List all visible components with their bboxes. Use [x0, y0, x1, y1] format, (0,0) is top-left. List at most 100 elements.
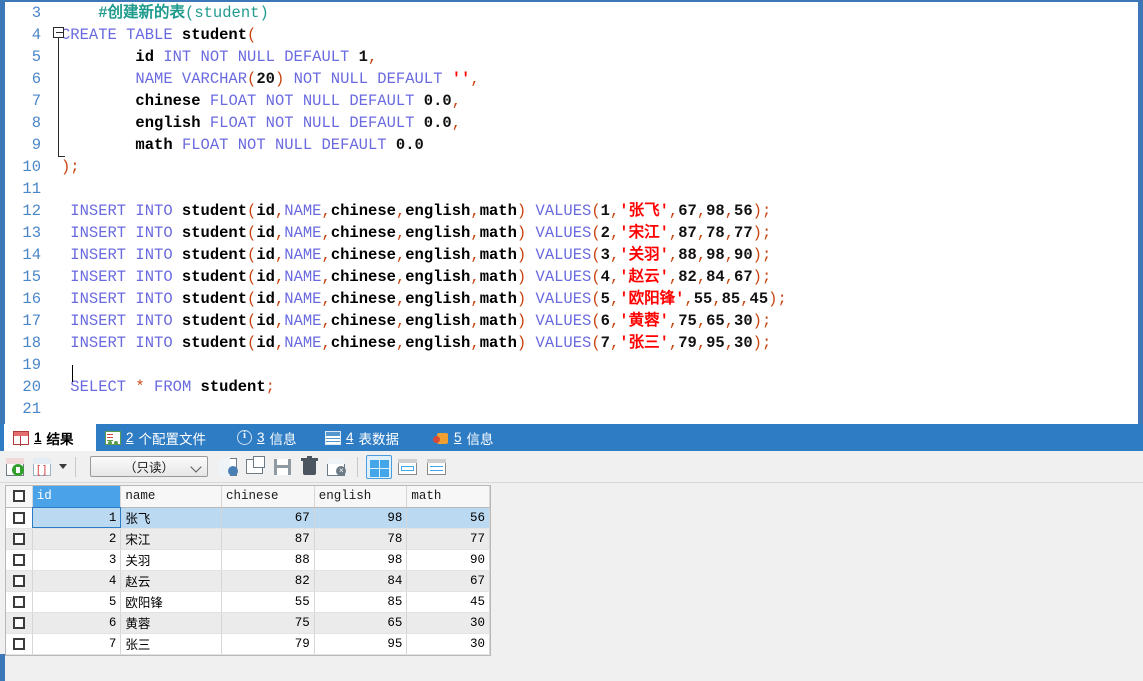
row-select-cell[interactable]: [6, 633, 33, 655]
code-line[interactable]: 20 SELECT * FROM student;: [5, 376, 1138, 398]
cell-id[interactable]: 3: [32, 549, 122, 571]
code-line[interactable]: 3 #创建新的表(student): [5, 2, 1138, 24]
cancel-button[interactable]: ×: [325, 455, 349, 479]
code-line[interactable]: 21: [5, 398, 1138, 420]
code-line[interactable]: 9 math FLOAT NOT NULL DEFAULT 0.0: [5, 134, 1138, 156]
column-header-name[interactable]: name: [120, 486, 223, 508]
cell-id[interactable]: 7: [32, 633, 122, 655]
filter-select[interactable]: （只读）: [90, 456, 208, 477]
code-line[interactable]: 6 NAME VARCHAR(20) NOT NULL DEFAULT '',: [5, 68, 1138, 90]
save-button[interactable]: [271, 455, 295, 479]
cell-id[interactable]: 4: [32, 570, 122, 592]
code-line[interactable]: 5 id INT NOT NULL DEFAULT 1,: [5, 46, 1138, 68]
cell-name[interactable]: 张飞: [120, 507, 223, 529]
cell-chinese[interactable]: 87: [221, 528, 315, 550]
new-record-button[interactable]: [4, 455, 28, 479]
column-header-id[interactable]: id: [32, 486, 122, 508]
refresh-button[interactable]: [244, 455, 268, 479]
column-header-english[interactable]: english: [314, 486, 408, 508]
code-line[interactable]: 13 INSERT INTO student(id,NAME,chinese,e…: [5, 222, 1138, 244]
cell-chinese[interactable]: 88: [221, 549, 315, 571]
tab-2[interactable]: 2 个配置文件: [96, 424, 220, 451]
code-fold-collapse-icon[interactable]: [53, 27, 64, 38]
code-line[interactable]: 14 INSERT INTO student(id,NAME,chinese,e…: [5, 244, 1138, 266]
code-line[interactable]: 4 CREATE TABLE student(: [5, 24, 1138, 46]
cell-math[interactable]: 67: [406, 570, 490, 592]
delete-record-button[interactable]: [ ]: [31, 455, 55, 479]
column-header-chinese[interactable]: chinese: [221, 486, 315, 508]
cell-chinese[interactable]: 67: [221, 507, 315, 529]
table-row[interactable]: 7 张三 79 95 30: [6, 633, 490, 655]
cell-english[interactable]: 78: [314, 528, 408, 550]
cell-math[interactable]: 30: [406, 612, 490, 634]
checkbox-icon[interactable]: [12, 595, 25, 608]
code-line[interactable]: 7 chinese FLOAT NOT NULL DEFAULT 0.0,: [5, 90, 1138, 112]
cell-chinese[interactable]: 79: [221, 633, 315, 655]
apply-changes-button[interactable]: [217, 455, 241, 479]
checkbox-icon[interactable]: [12, 490, 25, 503]
code-line[interactable]: 10);: [5, 156, 1138, 178]
table-row[interactable]: 4 赵云 82 84 67: [6, 570, 490, 592]
cell-english[interactable]: 98: [314, 507, 408, 529]
view-note-button[interactable]: [424, 455, 450, 479]
cell-math[interactable]: 77: [406, 528, 490, 550]
cell-english[interactable]: 65: [314, 612, 408, 634]
table-row[interactable]: 2 宋江 87 78 77: [6, 528, 490, 550]
code-line[interactable]: 19: [5, 354, 1138, 376]
cell-math[interactable]: 90: [406, 549, 490, 571]
cell-math[interactable]: 45: [406, 591, 490, 613]
cell-name[interactable]: 赵云: [120, 570, 223, 592]
tab-4[interactable]: 4 表数据: [316, 424, 416, 451]
cell-name[interactable]: 宋江: [120, 528, 223, 550]
row-select-cell[interactable]: [6, 612, 33, 634]
result-data-grid[interactable]: id name chinese english math 1 张飞 67 98 56 2 宋江 87 7…: [5, 485, 491, 656]
grid-toolbar[interactable]: [ ] （只读） ×: [0, 451, 1143, 483]
table-row[interactable]: 3 关羽 88 98 90: [6, 549, 490, 571]
table-row[interactable]: 6 黄蓉 75 65 30: [6, 612, 490, 634]
cell-id[interactable]: 6: [32, 612, 122, 634]
table-row[interactable]: 5 欧阳锋 55 85 45: [6, 591, 490, 613]
tab-1[interactable]: 1 结果: [4, 424, 96, 451]
code-line[interactable]: 8 english FLOAT NOT NULL DEFAULT 0.0,: [5, 112, 1138, 134]
view-grid-button[interactable]: [366, 454, 392, 479]
cell-math[interactable]: 30: [406, 633, 490, 655]
checkbox-icon[interactable]: [12, 616, 25, 629]
row-select-cell[interactable]: [6, 507, 33, 529]
column-header-math[interactable]: math: [406, 486, 490, 508]
cell-english[interactable]: 85: [314, 591, 408, 613]
code-line[interactable]: 18 INSERT INTO student(id,NAME,chinese,e…: [5, 332, 1138, 354]
checkbox-icon[interactable]: [12, 511, 25, 524]
tab-5[interactable]: 5 信息: [424, 424, 508, 451]
code-line[interactable]: 16 INSERT INTO student(id,NAME,chinese,e…: [5, 288, 1138, 310]
chevron-down-icon[interactable]: [59, 464, 67, 469]
cell-math[interactable]: 56: [406, 507, 490, 529]
cell-name[interactable]: 关羽: [120, 549, 223, 571]
code-line[interactable]: 15 INSERT INTO student(id,NAME,chinese,e…: [5, 266, 1138, 288]
code-line[interactable]: 12 INSERT INTO student(id,NAME,chinese,e…: [5, 200, 1138, 222]
row-select-cell[interactable]: [6, 549, 33, 571]
cell-id[interactable]: 5: [32, 591, 122, 613]
code-line[interactable]: 11: [5, 178, 1138, 200]
cell-english[interactable]: 95: [314, 633, 408, 655]
code-line[interactable]: 17 INSERT INTO student(id,NAME,chinese,e…: [5, 310, 1138, 332]
delete-button[interactable]: [298, 455, 322, 479]
row-select-cell[interactable]: [6, 570, 33, 592]
table-row[interactable]: 1 张飞 67 98 56: [6, 507, 490, 529]
cell-chinese[interactable]: 82: [221, 570, 315, 592]
select-all-header[interactable]: [6, 486, 33, 508]
cell-english[interactable]: 84: [314, 570, 408, 592]
cell-chinese[interactable]: 55: [221, 591, 315, 613]
cell-id[interactable]: 1: [32, 507, 122, 529]
cell-id[interactable]: 2: [32, 528, 122, 550]
checkbox-icon[interactable]: [12, 532, 25, 545]
view-form-button[interactable]: [395, 455, 421, 479]
row-select-cell[interactable]: [6, 528, 33, 550]
cell-name[interactable]: 张三: [120, 633, 223, 655]
sql-editor[interactable]: 3 #创建新的表(student) 4 CREATE TABLE student(5…: [0, 0, 1143, 424]
cell-chinese[interactable]: 75: [221, 612, 315, 634]
tab-3[interactable]: 3 信息: [228, 424, 312, 451]
cell-english[interactable]: 98: [314, 549, 408, 571]
checkbox-icon[interactable]: [12, 553, 25, 566]
cell-name[interactable]: 黄蓉: [120, 612, 223, 634]
checkbox-icon[interactable]: [12, 574, 25, 587]
